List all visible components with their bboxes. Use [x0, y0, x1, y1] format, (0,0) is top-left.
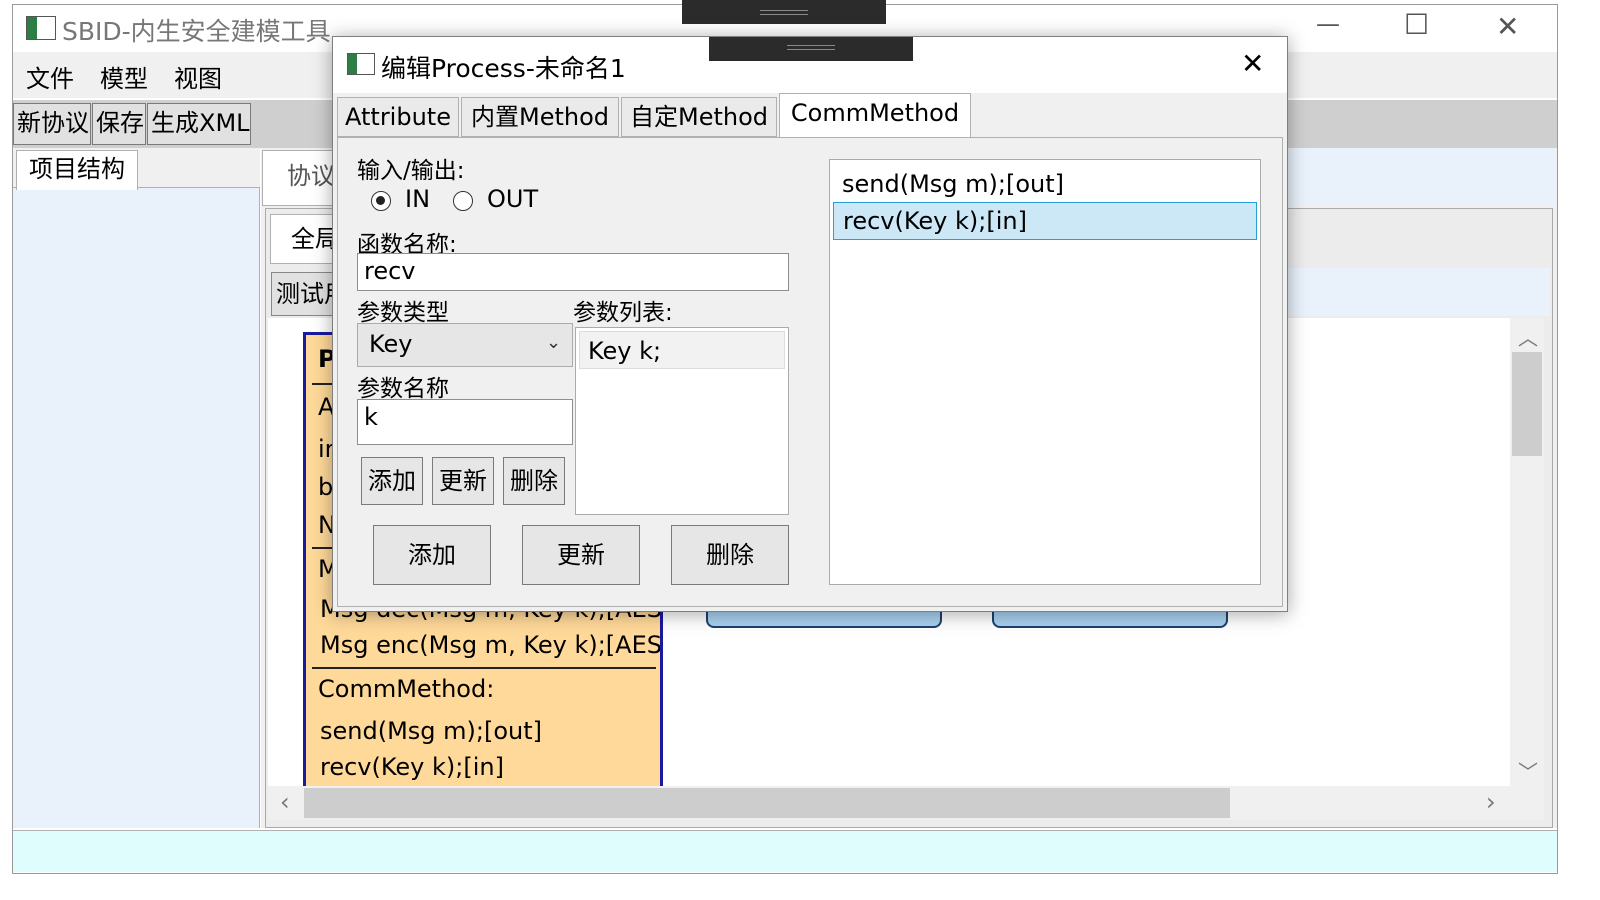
- func-name-input[interactable]: recv: [357, 253, 789, 291]
- drag-handle-top[interactable]: [682, 0, 886, 24]
- method-update-button[interactable]: 更新: [522, 525, 640, 585]
- radio-out[interactable]: [453, 191, 473, 211]
- scroll-left-icon[interactable]: ‹: [280, 788, 290, 816]
- content-header-strip: [1286, 148, 1556, 206]
- menu-model[interactable]: 模型: [100, 59, 148, 94]
- status-bar: [13, 830, 1557, 872]
- vertical-scrollbar[interactable]: ︿ ﹀: [1510, 318, 1544, 786]
- comm-method-list[interactable]: send(Msg m);[out] recv(Key k);[in]: [829, 159, 1261, 585]
- tab-project-structure[interactable]: 项目结构: [16, 150, 138, 190]
- param-list-label: 参数列表:: [573, 300, 673, 326]
- close-window-button[interactable]: ✕: [1496, 10, 1519, 43]
- uml-divider: [312, 667, 656, 669]
- attribute-line: b: [318, 473, 334, 501]
- dialog-drag-handle[interactable]: [709, 37, 913, 61]
- param-type-label: 参数类型: [357, 300, 449, 326]
- minimize-button[interactable]: —: [1316, 10, 1340, 38]
- scroll-right-icon[interactable]: ›: [1486, 788, 1496, 816]
- comm-method-line: send(Msg m);[out]: [320, 717, 543, 745]
- param-delete-button[interactable]: 删除: [503, 457, 565, 505]
- param-list[interactable]: Key k;: [575, 327, 789, 515]
- param-add-button[interactable]: 添加: [361, 457, 423, 505]
- menu-view[interactable]: 视图: [174, 59, 222, 94]
- vertical-scroll-thumb[interactable]: [1512, 352, 1542, 456]
- method-add-button[interactable]: 添加: [373, 525, 491, 585]
- radio-in[interactable]: [371, 191, 391, 211]
- maximize-button[interactable]: ☐: [1404, 8, 1429, 41]
- scroll-down-icon[interactable]: ﹀: [1518, 756, 1538, 785]
- dialog-icon: [347, 53, 375, 75]
- tab-builtin-method[interactable]: 内置Method: [461, 97, 619, 137]
- app-icon: [26, 16, 56, 40]
- menu-file[interactable]: 文件: [26, 59, 74, 94]
- comm-method-header: CommMethod:: [318, 675, 495, 703]
- horizontal-scrollbar[interactable]: ‹ ›: [268, 786, 1544, 820]
- param-name-input[interactable]: k: [357, 399, 573, 445]
- radio-in-label[interactable]: IN: [405, 185, 430, 213]
- window-title: SBID-内生安全建模工具: [62, 17, 331, 46]
- method-delete-button[interactable]: 删除: [671, 525, 789, 585]
- param-type-value: Key: [369, 330, 413, 358]
- handle-grip-icon: [760, 10, 808, 15]
- io-label: 输入/输出:: [357, 158, 465, 184]
- horizontal-scroll-thumb[interactable]: [304, 788, 1230, 818]
- param-list-item[interactable]: Key k;: [579, 331, 785, 369]
- tab-attribute[interactable]: Attribute: [337, 97, 459, 137]
- tab-protocol[interactable]: 协议: [262, 150, 342, 206]
- comm-method-item[interactable]: send(Msg m);[out]: [833, 166, 1257, 202]
- scroll-up-icon[interactable]: ︿: [1518, 322, 1538, 351]
- generate-xml-button[interactable]: 生成XML: [147, 103, 251, 145]
- param-name-label: 参数名称: [357, 376, 449, 402]
- dialog-title: 编辑Process-未命名1: [381, 54, 626, 83]
- save-button[interactable]: 保存: [92, 103, 146, 145]
- param-update-button[interactable]: 更新: [432, 457, 494, 505]
- edit-process-dialog: 编辑Process-未命名1 ✕ Attribute 内置Method 自定Me…: [332, 36, 1288, 612]
- dialog-close-button[interactable]: ✕: [1241, 47, 1264, 80]
- param-type-select[interactable]: Key ⌄: [357, 323, 573, 367]
- method-line: Msg enc(Msg m, Key k);[AES]: [320, 631, 663, 659]
- radio-out-label[interactable]: OUT: [487, 185, 538, 213]
- tab-custom-method[interactable]: 自定Method: [621, 97, 777, 137]
- left-panel: [13, 148, 260, 828]
- chevron-down-icon: ⌄: [546, 332, 562, 353]
- comm-method-line: recv(Key k);[in]: [320, 753, 504, 781]
- subheader-strip: [1286, 268, 1550, 316]
- comm-method-item-selected[interactable]: recv(Key k);[in]: [833, 202, 1257, 240]
- tab-comm-method[interactable]: CommMethod: [779, 93, 971, 139]
- new-protocol-button[interactable]: 新协议: [13, 103, 91, 145]
- handle-grip-icon: [787, 45, 835, 50]
